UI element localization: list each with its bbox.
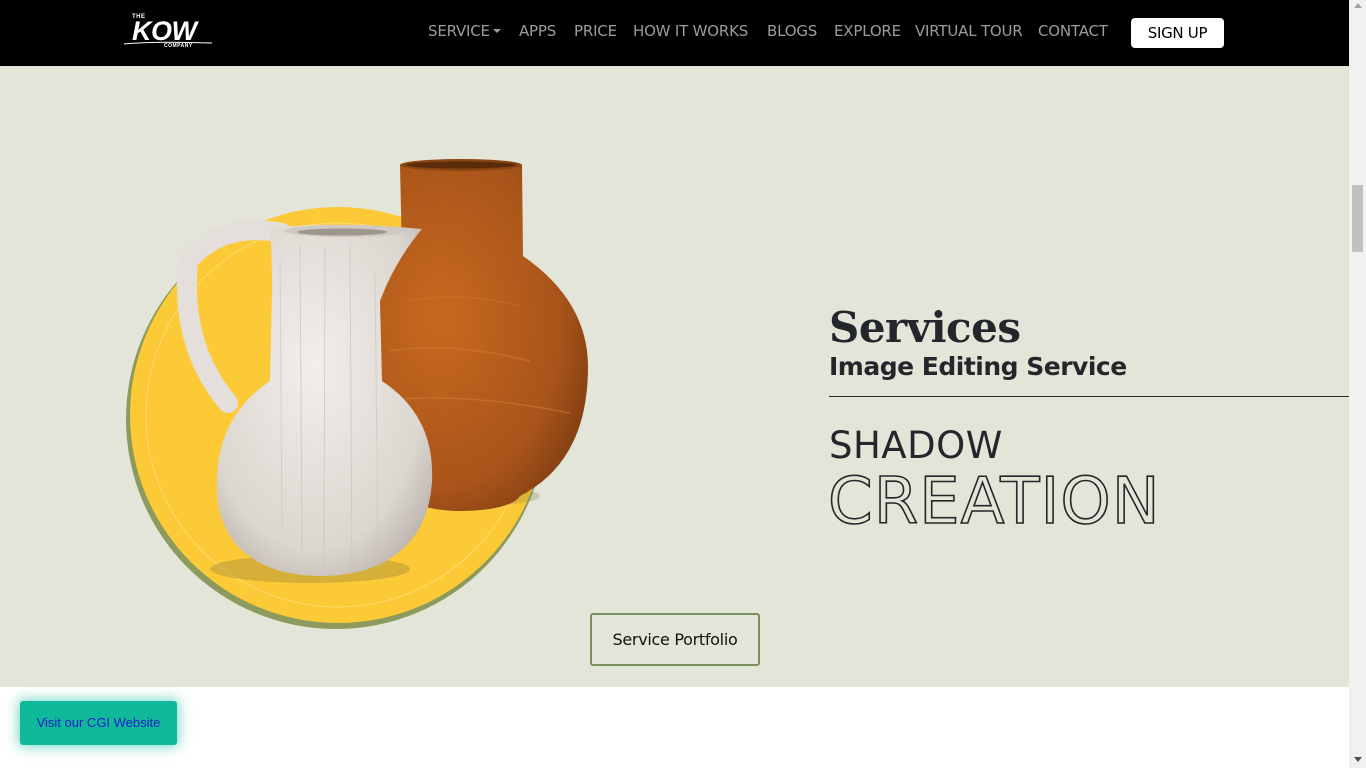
nav-service[interactable]: SERVICE [428,22,501,40]
service-portfolio-button[interactable]: Service Portfolio [590,613,760,666]
nav-apps[interactable]: APPS [519,22,556,40]
scrollbar-thumb[interactable] [1352,185,1363,252]
logo-company-text: COMPANY [164,43,193,49]
service-title-line2-text: CREATION [828,465,1161,534]
heading-divider [829,396,1349,397]
service-title-line1: SHADOW [829,424,1003,467]
kow-company-logo[interactable]: THE KOW COMPANY [124,14,214,52]
nav-contact[interactable]: CONTACT [1038,22,1108,40]
visit-cgi-website-button[interactable]: Visit our CGI Website [20,701,177,745]
nav-price[interactable]: PRICE [574,22,617,40]
triangle-down-icon[interactable] [1354,757,1362,762]
vases-illustration [126,159,588,629]
sign-up-button[interactable]: SIGN UP [1131,18,1224,48]
nav-service-label: SERVICE [428,22,490,40]
nav-how-it-works[interactable]: HOW IT WORKS [633,22,748,40]
triangle-up-icon[interactable] [1354,3,1362,8]
nav-virtual-tour[interactable]: VIRTUAL TOUR [915,22,1023,40]
chevron-down-icon [492,29,501,33]
service-title-line2: CREATION [827,464,1161,534]
nav-blogs[interactable]: BLOGS [767,22,817,40]
hero-section: Services Image Editing Service SHADOW CR… [0,66,1349,687]
nav-explore[interactable]: EXPLORE [834,22,901,40]
top-navbar: THE KOW COMPANY SERVICE APPS PRICE HOW I… [0,0,1349,66]
services-heading: Services [829,303,1021,352]
page-scrollbar[interactable] [1349,0,1366,768]
image-editing-subheading: Image Editing Service [829,352,1127,381]
